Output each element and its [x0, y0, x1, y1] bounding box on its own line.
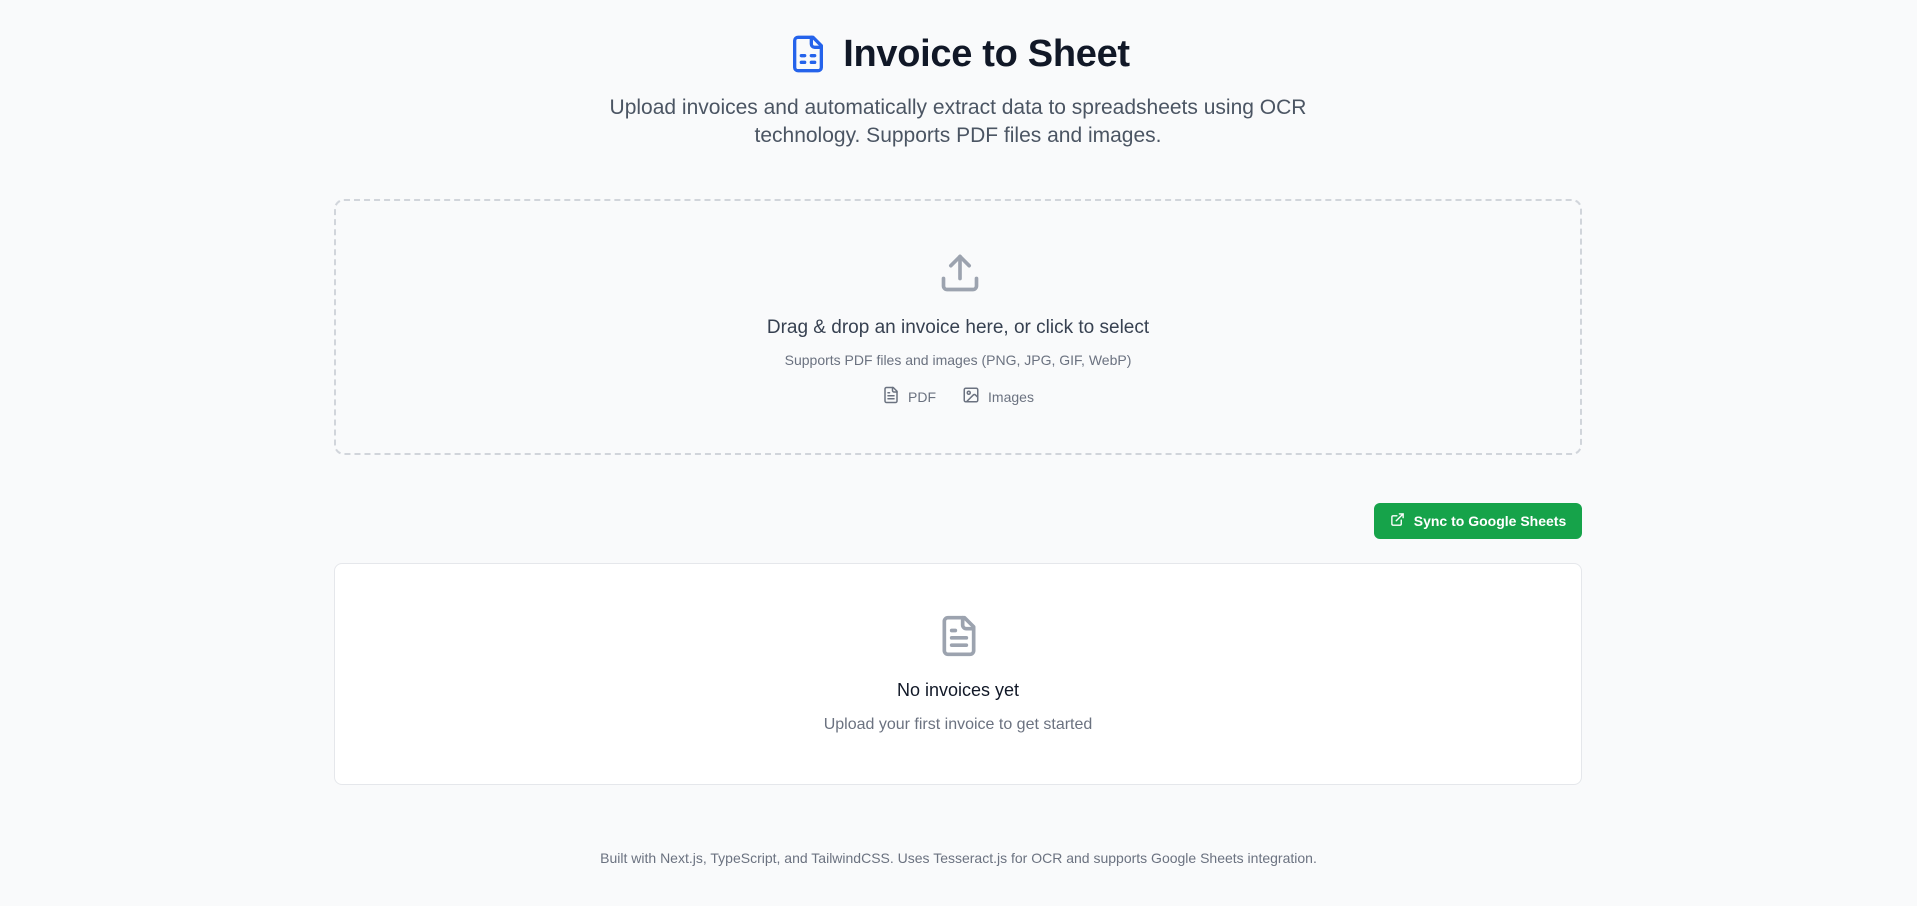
file-spreadsheet-icon — [787, 30, 829, 78]
empty-state-title: No invoices yet — [896, 680, 1020, 700]
empty-state-subtitle: Upload your first invoice to get started — [823, 716, 1093, 733]
invoice-list-empty-state: No invoices yet Upload your first invoic… — [334, 563, 1582, 785]
page-title: Invoice to Sheet — [843, 32, 1130, 75]
sync-to-google-sheets-button[interactable]: Sync to Google Sheets — [1374, 503, 1582, 539]
type-pdf: PDF — [882, 386, 936, 407]
sync-button-label: Sync to Google Sheets — [1413, 513, 1567, 529]
upload-icon — [938, 251, 982, 295]
external-link-icon — [1390, 512, 1405, 530]
supported-types: PDF Images — [336, 386, 1580, 407]
type-images-label: Images — [988, 388, 1034, 405]
page: Invoice to Sheet Upload invoices and aut… — [0, 0, 1917, 906]
footer-text: Built with Next.js, TypeScript, and Tail… — [600, 850, 1317, 866]
app-header: Invoice to Sheet — [0, 30, 1917, 78]
page-subtitle: Upload invoices and automatically extrac… — [609, 96, 1307, 147]
image-icon — [962, 386, 980, 407]
invoice-dropzone[interactable]: Drag & drop an invoice here, or click to… — [334, 199, 1582, 455]
file-text-icon — [882, 386, 900, 407]
dropzone-title: Drag & drop an invoice here, or click to… — [766, 317, 1150, 338]
type-images: Images — [962, 386, 1034, 407]
type-pdf-label: PDF — [908, 388, 937, 405]
file-text-icon — [937, 612, 981, 660]
dropzone-hint: Supports PDF files and images (PNG, JPG,… — [784, 352, 1132, 368]
